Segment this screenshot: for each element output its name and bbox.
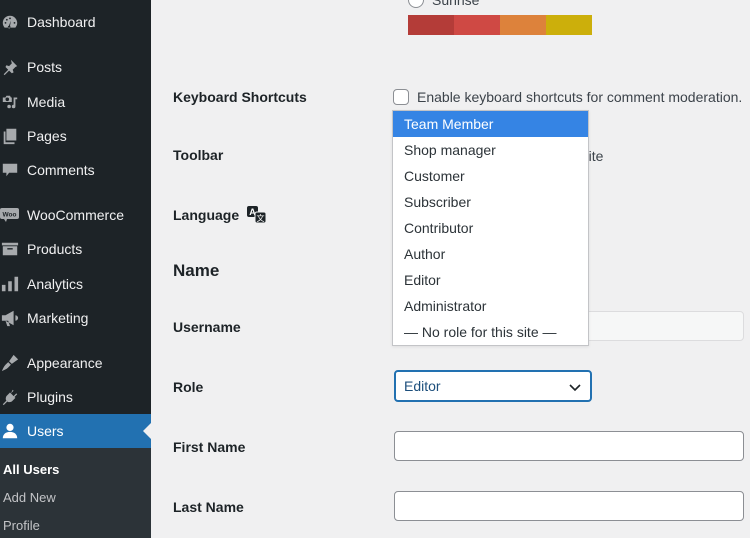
role-dropdown-list: Team Member Shop manager Customer Subscr… <box>392 110 589 346</box>
plug-icon <box>0 387 20 407</box>
last-name-input[interactable] <box>394 491 744 521</box>
user-icon <box>0 421 20 441</box>
sidebar-item-posts[interactable]: Posts <box>0 50 151 84</box>
svg-text:文: 文 <box>257 213 265 223</box>
dashboard-icon <box>0 12 20 32</box>
first-name-label: First Name <box>173 439 246 455</box>
chevron-down-icon <box>568 380 582 394</box>
archive-icon <box>0 239 20 259</box>
role-option-customer[interactable]: Customer <box>393 163 588 189</box>
sidebar-item-analytics[interactable]: Analytics <box>0 267 151 301</box>
language-label: Language <box>173 207 240 223</box>
toolbar-label: Toolbar <box>173 147 224 163</box>
username-field <box>580 311 744 341</box>
role-label: Role <box>173 379 204 395</box>
color-scheme-swatches[interactable] <box>408 15 592 35</box>
swatch-1 <box>408 15 454 35</box>
users-submenu: All Users Add New Profile <box>0 448 151 538</box>
submenu-all-users[interactable]: All Users <box>3 462 59 477</box>
swatch-2 <box>454 15 500 35</box>
comment-icon <box>0 160 20 180</box>
role-option-no-role[interactable]: — No role for this site — <box>393 319 588 345</box>
sidebar-item-marketing[interactable]: Marketing <box>0 301 151 335</box>
sidebar-item-label: Comments <box>27 162 95 178</box>
name-section-title: Name <box>173 261 220 280</box>
paintbrush-icon <box>0 353 20 373</box>
sidebar-item-label: Plugins <box>27 389 73 405</box>
translation-icon: A 文 <box>247 206 267 224</box>
media-icon <box>0 92 20 112</box>
username-label: Username <box>173 319 241 335</box>
submenu-profile[interactable]: Profile <box>3 518 40 533</box>
sidebar-item-label: Posts <box>27 59 63 75</box>
sidebar-item-label: Pages <box>27 128 67 144</box>
role-select-value: Editor <box>404 378 441 394</box>
sidebar-item-woocommerce[interactable]: Woo WooCommerce <box>0 198 151 232</box>
sidebar-item-plugins[interactable]: Plugins <box>0 380 151 414</box>
color-scheme-radio[interactable] <box>408 0 424 8</box>
first-name-input[interactable] <box>394 431 744 461</box>
megaphone-icon <box>0 308 20 328</box>
admin-sidebar: Dashboard Posts Media Pages Comments Woo… <box>0 0 151 538</box>
sidebar-item-label: Appearance <box>27 355 103 371</box>
swatch-3 <box>500 15 546 35</box>
role-option-editor[interactable]: Editor <box>393 267 588 293</box>
sidebar-item-products[interactable]: Products <box>0 232 151 266</box>
woo-icon: Woo <box>0 205 20 225</box>
submenu-add-new[interactable]: Add New <box>3 490 56 505</box>
sidebar-item-label: WooCommerce <box>27 207 124 223</box>
sidebar-item-label: Dashboard <box>27 14 96 30</box>
sidebar-item-appearance[interactable]: Appearance <box>0 346 151 380</box>
role-option-administrator[interactable]: Administrator <box>393 293 588 319</box>
pages-icon <box>0 126 20 146</box>
sidebar-item-label: Marketing <box>27 310 89 326</box>
bar-chart-icon <box>0 274 20 294</box>
role-option-contributor[interactable]: Contributor <box>393 215 588 241</box>
sidebar-item-pages[interactable]: Pages <box>0 119 151 153</box>
sidebar-item-users[interactable]: Users <box>0 414 151 448</box>
role-option-subscriber[interactable]: Subscriber <box>393 189 588 215</box>
sidebar-item-comments[interactable]: Comments <box>0 153 151 187</box>
keyboard-shortcuts-label: Keyboard Shortcuts <box>173 89 307 105</box>
pin-icon <box>0 57 20 77</box>
sidebar-item-label: Media <box>27 94 66 110</box>
role-select[interactable]: Editor <box>394 370 592 402</box>
sidebar-item-label: Users <box>27 423 64 439</box>
sidebar-item-media[interactable]: Media <box>0 85 151 119</box>
sidebar-item-label: Analytics <box>27 276 84 292</box>
color-scheme-label: Sunrise <box>432 0 480 8</box>
sidebar-item-label: Products <box>27 241 83 257</box>
keyboard-shortcuts-checkbox-label[interactable]: Enable keyboard shortcuts for comment mo… <box>417 89 742 105</box>
swatch-4 <box>546 15 592 35</box>
role-option-author[interactable]: Author <box>393 241 588 267</box>
last-name-label: Last Name <box>173 499 244 515</box>
role-option-team-member[interactable]: Team Member <box>393 111 588 137</box>
role-option-shop-manager[interactable]: Shop manager <box>393 137 588 163</box>
svg-text:Woo: Woo <box>3 212 17 219</box>
keyboard-shortcuts-checkbox[interactable] <box>393 89 409 105</box>
sidebar-item-dashboard[interactable]: Dashboard <box>0 5 151 39</box>
